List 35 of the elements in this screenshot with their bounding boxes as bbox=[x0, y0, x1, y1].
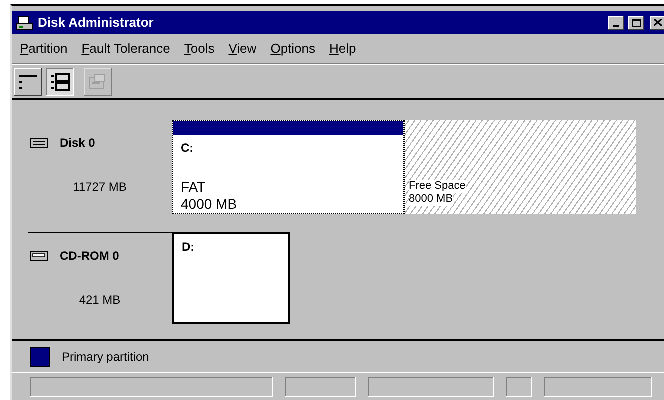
menu-item[interactable]: Fault Tolerance bbox=[82, 38, 170, 58]
disk-list-icon bbox=[50, 72, 70, 90]
app-icon bbox=[16, 14, 34, 30]
properties-icon bbox=[88, 72, 108, 90]
drive-letter: D: bbox=[182, 239, 196, 256]
drive-name: CD-ROM 0 bbox=[60, 248, 120, 265]
partition-label: Free Space bbox=[409, 180, 466, 193]
list-icon bbox=[18, 72, 38, 90]
minimize-icon bbox=[613, 24, 619, 26]
menu-item[interactable]: Tools bbox=[184, 38, 215, 58]
menu-item[interactable]: Help bbox=[330, 38, 356, 58]
drive-size: 11727 MB bbox=[73, 179, 127, 196]
menu-item[interactable]: Partition bbox=[20, 38, 68, 58]
close-button[interactable] bbox=[650, 16, 664, 30]
free-space-region[interactable]: Free Space 8000 MB bbox=[404, 120, 636, 214]
cd-drive-icon bbox=[30, 251, 48, 261]
legend-label: Primary partition bbox=[62, 348, 150, 366]
drive-size: 421 MB bbox=[79, 292, 121, 309]
status-pane bbox=[284, 376, 356, 396]
menu-item[interactable]: Options bbox=[270, 38, 316, 58]
close-icon bbox=[654, 19, 662, 26]
drive-letter: C: bbox=[181, 140, 195, 157]
partition-region[interactable]: D: bbox=[172, 232, 290, 324]
menu-item[interactable]: View bbox=[228, 38, 257, 58]
partition-size: 4000 MB bbox=[181, 196, 238, 213]
toolbar-button[interactable] bbox=[46, 68, 74, 96]
file-system: FAT bbox=[181, 179, 207, 196]
window-title: Disk Administrator bbox=[38, 14, 154, 32]
partition-size: 8000 MB bbox=[409, 193, 454, 206]
status-pane bbox=[506, 376, 532, 396]
drive-name: Disk 0 bbox=[60, 135, 96, 152]
maximize-icon bbox=[632, 18, 640, 26]
maximize-button[interactable] bbox=[628, 16, 644, 30]
partition-region[interactable]: C: FAT 4000 MB bbox=[172, 120, 404, 214]
minimize-button[interactable] bbox=[608, 16, 624, 30]
